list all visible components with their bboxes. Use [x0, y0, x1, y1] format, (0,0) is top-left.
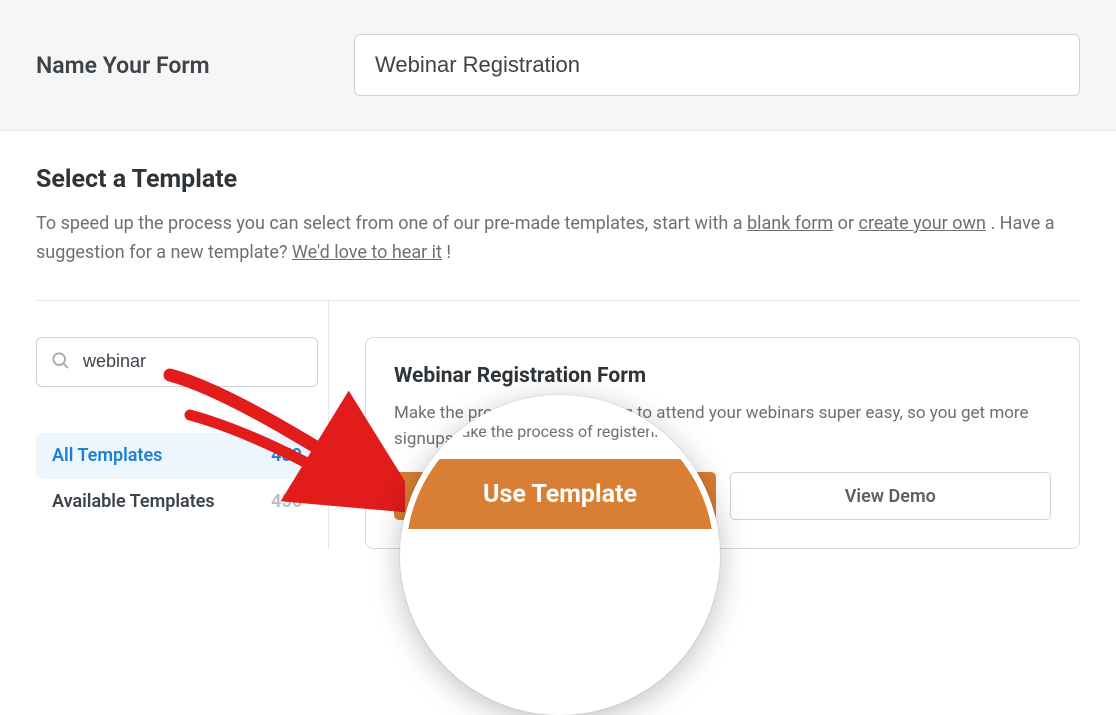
search-icon — [50, 350, 70, 374]
desc-text: ! — [446, 242, 451, 263]
create-your-own-link[interactable]: create your own — [859, 213, 986, 234]
template-search — [36, 337, 318, 387]
form-name-header: Name Your Form — [0, 0, 1116, 131]
select-template-section: Select a Template To speed up the proces… — [0, 131, 1116, 549]
blank-form-link[interactable]: blank form — [747, 213, 833, 234]
love-to-hear-link[interactable]: We'd love to hear it — [292, 242, 442, 263]
section-title: Select a Template — [36, 165, 1080, 194]
category-label: All Templates — [52, 445, 162, 466]
view-demo-button[interactable]: View Demo — [730, 472, 1052, 520]
template-card-title: Webinar Registration Form — [394, 364, 1051, 388]
template-area: All Templates 459 Available Templates 45… — [36, 300, 1080, 550]
section-description: To speed up the process you can select f… — [36, 210, 1080, 268]
desc-text: or — [838, 213, 859, 234]
category-available-templates[interactable]: Available Templates 456 — [36, 479, 318, 525]
template-card-description: Make the process of registering to atten… — [394, 400, 1051, 453]
category-label: Available Templates — [52, 491, 215, 512]
template-results: Webinar Registration Form Make the proce… — [329, 301, 1080, 550]
category-count: 459 — [271, 445, 302, 466]
name-your-form-label: Name Your Form — [36, 52, 354, 79]
form-name-input[interactable] — [354, 34, 1080, 96]
template-sidebar: All Templates 459 Available Templates 45… — [36, 301, 329, 550]
category-count: 456 — [271, 491, 302, 512]
category-all-templates[interactable]: All Templates 459 — [36, 433, 318, 479]
template-card: Webinar Registration Form Make the proce… — [365, 337, 1080, 550]
desc-text: To speed up the process you can select f… — [36, 213, 747, 234]
use-template-button[interactable]: Use Template — [394, 472, 716, 520]
template-card-actions: Use Template View Demo — [394, 472, 1051, 520]
template-search-input[interactable] — [36, 337, 318, 387]
